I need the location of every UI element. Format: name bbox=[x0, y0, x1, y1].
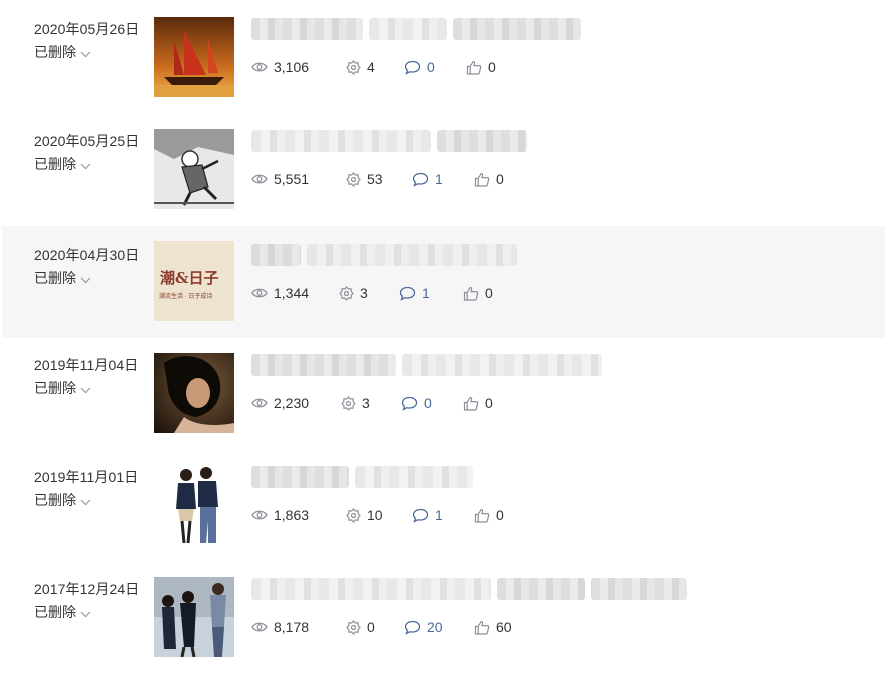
thumbnail-subtext: 潮流生活 · 日子成诗 bbox=[159, 294, 213, 300]
list-item[interactable]: 2020年04月30日 已删除 潮&日子 潮流生活 · 日子成诗 1,344 3 bbox=[2, 226, 885, 338]
article-stats: 5,551 53 1 0 bbox=[251, 170, 504, 188]
share-gear-icon bbox=[341, 395, 356, 411]
article-thumbnail[interactable] bbox=[154, 465, 234, 545]
article-stats: 3,106 4 0 0 bbox=[251, 58, 496, 76]
comment-bubble-icon bbox=[399, 286, 416, 301]
chevron-down-icon bbox=[80, 381, 91, 397]
article-title-redacted[interactable] bbox=[251, 128, 527, 153]
status-dropdown[interactable]: 已删除 bbox=[34, 378, 91, 398]
status-label: 已删除 bbox=[34, 270, 76, 286]
chevron-down-icon bbox=[80, 605, 91, 621]
article-thumbnail[interactable]: 潮&日子 潮流生活 · 日子成诗 bbox=[154, 241, 234, 321]
like-count: 0 bbox=[496, 171, 504, 187]
publish-date: 2020年05月25日 bbox=[34, 133, 140, 149]
status-label: 已删除 bbox=[34, 492, 76, 508]
status-label: 已删除 bbox=[34, 380, 76, 396]
publish-date: 2020年04月30日 bbox=[34, 247, 140, 263]
article-thumbnail[interactable] bbox=[154, 129, 234, 209]
article-title-redacted[interactable] bbox=[251, 576, 687, 601]
article-title-redacted[interactable] bbox=[251, 352, 602, 377]
like-count: 0 bbox=[485, 285, 493, 301]
view-count: 3,106 bbox=[274, 59, 310, 75]
article-title-redacted[interactable] bbox=[251, 242, 517, 267]
article-stats: 2,230 3 0 0 bbox=[251, 394, 493, 412]
status-label: 已删除 bbox=[34, 604, 76, 620]
eye-icon bbox=[251, 62, 268, 72]
share-count: 3 bbox=[360, 285, 368, 301]
comment-count: 0 bbox=[427, 59, 435, 75]
thumbs-up-icon bbox=[466, 60, 482, 75]
publish-date: 2020年05月26日 bbox=[34, 21, 140, 37]
comment-count: 1 bbox=[435, 507, 443, 523]
comment-count: 20 bbox=[427, 619, 443, 635]
share-gear-icon bbox=[346, 59, 361, 75]
share-count: 53 bbox=[367, 171, 383, 187]
share-count: 0 bbox=[367, 619, 375, 635]
share-count: 10 bbox=[367, 507, 383, 523]
comment-bubble-icon bbox=[401, 396, 418, 411]
like-count: 0 bbox=[485, 395, 493, 411]
thumbs-up-icon bbox=[474, 172, 490, 187]
eye-icon bbox=[251, 288, 268, 298]
list-item[interactable]: 2020年05月25日 已删除 5,551 53 1 0 bbox=[0, 112, 885, 224]
publish-date: 2017年12月24日 bbox=[34, 581, 140, 597]
share-gear-icon bbox=[339, 285, 354, 301]
article-thumbnail[interactable] bbox=[154, 17, 234, 97]
view-count: 1,863 bbox=[274, 507, 310, 523]
comment-bubble-icon bbox=[404, 620, 421, 635]
status-label: 已删除 bbox=[34, 44, 76, 60]
status-dropdown[interactable]: 已删除 bbox=[34, 490, 91, 510]
list-item[interactable]: 2017年12月24日 已删除 8,178 0 20 60 bbox=[0, 560, 885, 672]
share-gear-icon bbox=[346, 171, 361, 187]
article-stats: 1,344 3 1 0 bbox=[251, 284, 493, 302]
view-count: 2,230 bbox=[274, 395, 310, 411]
chevron-down-icon bbox=[80, 45, 91, 61]
status-dropdown[interactable]: 已删除 bbox=[34, 268, 91, 288]
article-title-redacted[interactable] bbox=[251, 464, 473, 489]
status-dropdown[interactable]: 已删除 bbox=[34, 154, 91, 174]
eye-icon bbox=[251, 510, 268, 520]
eye-icon bbox=[251, 622, 268, 632]
article-stats: 8,178 0 20 60 bbox=[251, 618, 512, 636]
thumbs-up-icon bbox=[463, 396, 479, 411]
thumbs-up-icon bbox=[474, 508, 490, 523]
share-count: 3 bbox=[362, 395, 370, 411]
comment-count: 1 bbox=[435, 171, 443, 187]
comment-bubble-icon bbox=[412, 172, 429, 187]
list-item[interactable]: 2020年05月26日 已删除 3,106 4 0 0 bbox=[0, 0, 885, 112]
comment-bubble-icon bbox=[412, 508, 429, 523]
article-thumbnail[interactable] bbox=[154, 577, 234, 657]
eye-icon bbox=[251, 174, 268, 184]
share-count: 4 bbox=[367, 59, 375, 75]
status-dropdown[interactable]: 已删除 bbox=[34, 602, 91, 622]
chevron-down-icon bbox=[80, 493, 91, 509]
article-thumbnail[interactable] bbox=[154, 353, 234, 433]
comment-count: 1 bbox=[422, 285, 430, 301]
comment-count: 0 bbox=[424, 395, 432, 411]
article-stats: 1,863 10 1 0 bbox=[251, 506, 504, 524]
eye-icon bbox=[251, 398, 268, 408]
chevron-down-icon bbox=[80, 157, 91, 173]
thumbnail-logo-text: 潮&日子 bbox=[160, 269, 219, 287]
like-count: 0 bbox=[488, 59, 496, 75]
publish-date: 2019年11月04日 bbox=[34, 357, 139, 373]
article-title-redacted[interactable] bbox=[251, 16, 581, 41]
view-count: 5,551 bbox=[274, 171, 310, 187]
thumbs-up-icon bbox=[463, 286, 479, 301]
like-count: 60 bbox=[496, 619, 512, 635]
list-item[interactable]: 2019年11月04日 已删除 2,230 3 0 0 bbox=[0, 336, 885, 448]
chevron-down-icon bbox=[80, 271, 91, 287]
view-count: 8,178 bbox=[274, 619, 310, 635]
article-list: 2020年05月26日 已删除 3,106 4 0 0 2020年05月25日 … bbox=[0, 0, 885, 678]
thumbs-up-icon bbox=[474, 620, 490, 635]
publish-date: 2019年11月01日 bbox=[34, 469, 139, 485]
comment-bubble-icon bbox=[404, 60, 421, 75]
status-dropdown[interactable]: 已删除 bbox=[34, 42, 91, 62]
list-item[interactable]: 2019年11月01日 已删除 1,863 10 1 0 bbox=[0, 448, 885, 560]
view-count: 1,344 bbox=[274, 285, 310, 301]
share-gear-icon bbox=[346, 619, 361, 635]
status-label: 已删除 bbox=[34, 156, 76, 172]
share-gear-icon bbox=[346, 507, 361, 523]
like-count: 0 bbox=[496, 507, 504, 523]
